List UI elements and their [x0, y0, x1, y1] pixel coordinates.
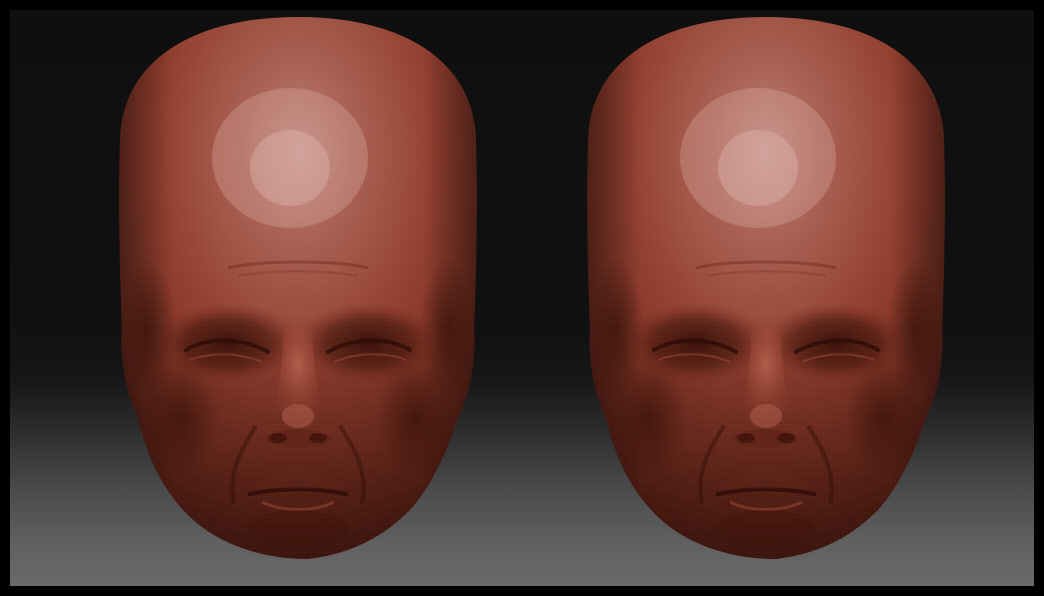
render-canvas [117, 15, 947, 561]
image-frame [0, 0, 1044, 596]
render-viewport [10, 10, 1034, 586]
head-render-right [585, 15, 947, 561]
head-render-left [117, 15, 479, 561]
